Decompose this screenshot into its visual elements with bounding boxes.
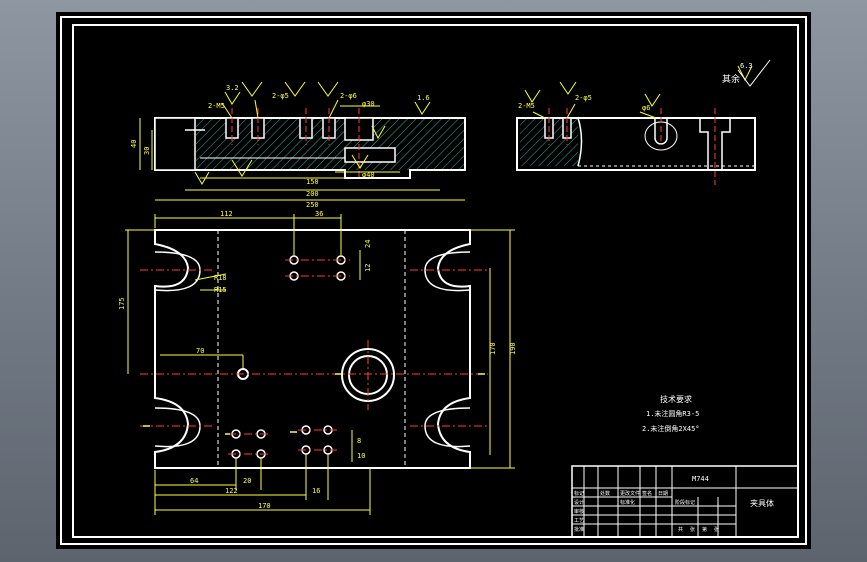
- svg-text:6.3: 6.3: [740, 62, 753, 70]
- cad-drawing: 2-M5 2-φ5 2-φ6 φ30 φ40 40 30 150 200 250…: [60, 16, 807, 545]
- dim-r15: R15: [214, 286, 227, 294]
- dim-24: 24: [364, 240, 372, 248]
- front-view: 2-M5 2-φ5 2-φ6 φ30 φ40 40 30 150 200 250…: [130, 81, 466, 209]
- dim-2-m5: 2-M5: [208, 102, 225, 110]
- tb-cell-10: 批准: [574, 526, 584, 533]
- tb-cell-4: 日期: [658, 491, 668, 497]
- tech-req-heading: 技术要求: [660, 394, 692, 404]
- dim-190: 190: [509, 342, 517, 355]
- dim-20: 20: [243, 477, 251, 485]
- dim-175: 175: [118, 297, 126, 310]
- dim-112: 112: [220, 210, 233, 218]
- dim-r18: R18: [214, 274, 227, 282]
- dim-200: 200: [306, 190, 319, 198]
- side-dim-2-phi5: 2-φ5: [575, 94, 592, 102]
- tb-cell-7: 阶段标记: [675, 499, 695, 506]
- dim-phi40: φ40: [362, 171, 375, 179]
- tech-requirements: 技术要求 1.未注圆角R3-5 2.未注倒角2X45°: [642, 394, 700, 433]
- tb-cell-13: 第: [702, 526, 707, 533]
- dim-40: 40: [130, 140, 138, 148]
- tb-cell-9: 工艺: [574, 518, 584, 524]
- dim-122: 122: [225, 487, 238, 495]
- tb-cell-12: 张: [690, 526, 695, 533]
- tb-part-name: 夹具体: [750, 498, 774, 508]
- dim-10: 10: [357, 452, 365, 460]
- dim-12: 12: [364, 264, 372, 272]
- rest-roughness: 其余 6.3: [722, 59, 771, 87]
- side-view: 2-M5 2-φ5 φ6: [516, 65, 756, 185]
- side-dim-phi6: φ6: [642, 104, 650, 112]
- tb-cell-5: 设计: [574, 499, 584, 506]
- dim-2-phi5: 2-φ5: [272, 92, 289, 100]
- tb-cell-2: 更改文件: [620, 490, 640, 497]
- svg-text:其余: 其余: [722, 73, 740, 85]
- dim-2-phi6: 2-φ6: [340, 92, 357, 100]
- tech-req-item-2: 2.未注倒角2X45°: [642, 424, 700, 433]
- dim-30: 30: [143, 147, 151, 155]
- dim-phi30: φ30: [362, 100, 375, 108]
- tb-cell-0: 标记: [574, 490, 584, 497]
- roughness-1-6: 1.6: [417, 94, 430, 102]
- dim-170-right: 170: [489, 342, 497, 355]
- plan-view: 112 36 24 12 175 R18 R15 70 170 190 64 2…: [118, 210, 517, 515]
- outer-frame: [60, 16, 807, 545]
- tb-cell-8: 审核: [574, 508, 584, 515]
- dim-36: 36: [315, 210, 323, 218]
- dim-16: 16: [312, 487, 320, 495]
- dim-250: 250: [306, 201, 319, 209]
- tech-req-item-1: 1.未注圆角R3-5: [646, 409, 699, 418]
- tb-cell-3: 签名: [642, 490, 652, 497]
- tb-cell-6: 标准化: [620, 499, 635, 506]
- tb-cell-1: 处数: [600, 490, 610, 497]
- tb-drawing-number: M744: [692, 475, 709, 483]
- tb-cell-14: 张: [714, 526, 719, 533]
- dim-8: 8: [357, 437, 361, 445]
- tb-cell-11: 共: [678, 526, 683, 533]
- dim-64: 64: [190, 477, 198, 485]
- side-dim-2-m5: 2-M5: [518, 102, 535, 110]
- dim-170-bottom: 170: [258, 502, 271, 510]
- roughness-3-2: 3.2: [226, 84, 239, 92]
- dim-70: 70: [196, 347, 204, 355]
- dim-150: 150: [306, 178, 319, 186]
